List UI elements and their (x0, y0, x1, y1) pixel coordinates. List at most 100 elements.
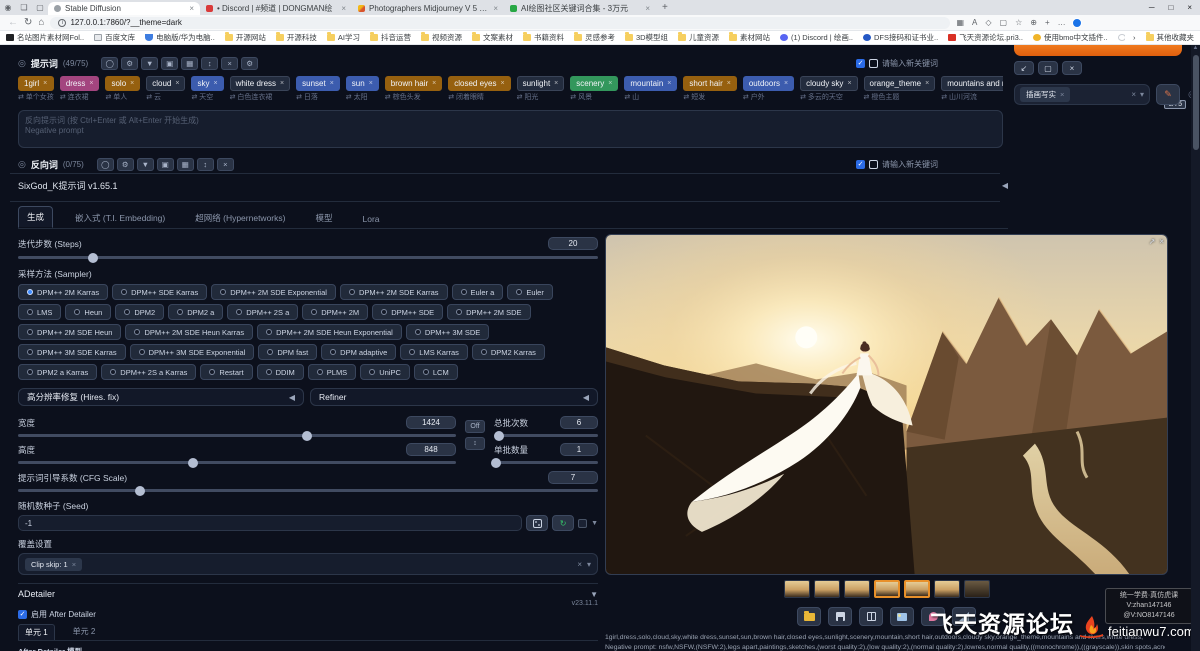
accordion-collapse-icon[interactable]: ◀ (289, 393, 295, 402)
prompt-tag[interactable]: dress× ⇄ 连衣裙 (60, 76, 100, 102)
sampler-option[interactable]: DPM2 a Karras (18, 364, 97, 380)
tag-remove-icon[interactable]: × (175, 80, 179, 87)
steps-slider[interactable] (18, 256, 598, 259)
apply-style-button[interactable]: ✎ (1156, 84, 1180, 105)
tag-remove-icon[interactable]: × (501, 80, 505, 87)
tag-remove-icon[interactable]: × (280, 80, 284, 87)
sampler-option[interactable]: DPM++ SDE Karras (112, 284, 207, 300)
url-field[interactable]: i 127.0.0.1:7860/?__theme=dark (50, 17, 950, 29)
gallery-thumbnail[interactable] (844, 580, 870, 598)
import-icon[interactable]: ▼ (137, 158, 154, 171)
chip-remove-icon[interactable]: × (72, 560, 76, 569)
sampler-option[interactable]: Restart (200, 364, 252, 380)
scroll-up-icon[interactable]: ▲ (1191, 45, 1200, 51)
tag-remove-icon[interactable]: × (554, 80, 558, 87)
browser-tab[interactable]: AI绘图社区关键词合集 - 3万元 × (504, 2, 656, 15)
sort-icon[interactable]: ↕ (197, 158, 214, 171)
bookmark-item[interactable]: 素材网站 (729, 32, 770, 43)
seed-expand-icon[interactable]: ▼ (591, 520, 598, 527)
adetailer-tab-2[interactable]: 单元 2 (67, 624, 102, 640)
sampler-option[interactable]: DPM fast (258, 344, 317, 360)
tag-remove-icon[interactable]: × (43, 80, 47, 87)
sampler-option[interactable]: DPM2 Karras (472, 344, 545, 360)
height-slider[interactable] (18, 461, 456, 464)
accordion-collapse-icon[interactable]: ◀ (1002, 181, 1008, 190)
refiner-accordion[interactable]: Refiner ◀ (310, 388, 598, 406)
prompt-tag[interactable]: scenery× ⇄ 风景 (570, 76, 618, 102)
bookmark-item[interactable]: 灵感参考 (574, 32, 615, 43)
new-tab-button[interactable]: + (662, 2, 668, 13)
bookmark-item[interactable]: 百度文库 (94, 32, 135, 43)
prompt-tag[interactable]: sky× ⇄ 天空 (191, 76, 223, 102)
tab-close-icon[interactable]: × (341, 4, 346, 13)
prompt-tag[interactable]: brown hair× ⇄ 棕色头发 (385, 76, 442, 102)
tag-remove-icon[interactable]: × (130, 80, 134, 87)
extra-seed-checkbox[interactable] (578, 519, 587, 528)
tag-remove-icon[interactable]: × (727, 80, 731, 87)
sampler-option[interactable]: DDIM (257, 364, 304, 380)
hires-off-button[interactable]: Off (465, 420, 485, 433)
browser-tab[interactable]: Stable Diffusion × (48, 2, 200, 15)
keyword-input[interactable] (869, 160, 878, 169)
swap-dimensions-button[interactable]: ↕ (465, 437, 485, 450)
split-screen-icon[interactable]: ▢ (1000, 18, 1008, 27)
import-icon[interactable]: ▼ (141, 57, 158, 70)
styles-dropdown[interactable]: 插画写实× × ▾ (1014, 84, 1150, 105)
sampler-option[interactable]: DPM2 (115, 304, 164, 320)
sampler-option[interactable]: DPM++ 2M SDE Exponential (211, 284, 336, 300)
prompt-tag[interactable]: sun× ⇄ 太阳 (346, 76, 379, 102)
sixgod-accordion[interactable]: SixGod_K提示词 v1.65.1 ◀ (18, 179, 1008, 192)
bookmarks-overflow-chevron[interactable]: › (1133, 33, 1136, 42)
history-icon[interactable]: ◯ (97, 158, 114, 171)
tag-remove-icon[interactable]: × (784, 80, 788, 87)
page-scrollbar[interactable]: ▲ (1191, 45, 1200, 651)
prompt-tag[interactable]: solo× ⇄ 单人 (105, 76, 140, 102)
batch-count-slider[interactable] (494, 434, 598, 437)
tag-remove-icon[interactable]: × (89, 80, 93, 87)
tab-item[interactable]: 超网络 (Hypernetworks) (187, 208, 293, 228)
negative-prompt-textarea[interactable] (18, 110, 1003, 148)
bookmark-item[interactable]: (1) Discord | 绘画.. (780, 32, 853, 43)
bookmark-item[interactable]: DFS接码和证书业.. (863, 32, 938, 43)
bookmark-item[interactable]: 电脑版/华为电脑.. (145, 32, 215, 43)
translate-checkbox[interactable]: ✓ (856, 160, 865, 169)
dictionary-icon[interactable]: ▦ (181, 57, 198, 70)
tab-close-icon[interactable]: × (493, 4, 498, 13)
bookmark-item[interactable]: 开源科技 (276, 32, 317, 43)
sampler-option[interactable]: DPM++ 3M SDE (406, 324, 489, 340)
gallery-thumbnail[interactable] (874, 580, 900, 598)
scrollbar-thumb[interactable] (1193, 55, 1199, 150)
sampler-option[interactable]: DPM++ 2M Karras (18, 284, 108, 300)
sampler-option[interactable]: Euler a (452, 284, 504, 300)
sampler-option[interactable]: Euler (507, 284, 553, 300)
collections-icon[interactable]: ⊕ (1030, 18, 1037, 27)
clear-icon[interactable]: × (1131, 90, 1136, 99)
adetailer-accordion[interactable]: ADetailer ▼ (18, 583, 598, 599)
prompt-tag[interactable]: white dress× ⇄ 白色连衣裙 (230, 76, 291, 102)
tab-item[interactable]: 模型 (307, 208, 340, 228)
sampler-option[interactable]: LCM (414, 364, 458, 380)
bookmark-item[interactable]: 文案素材 (472, 32, 513, 43)
tab-close-icon[interactable]: × (189, 4, 194, 13)
prompt-tag[interactable]: closed eyes× ⇄ 闭着眼睛 (448, 76, 510, 102)
tag-remove-icon[interactable]: × (432, 80, 436, 87)
tab-item[interactable]: Lora (354, 210, 387, 228)
sampler-option[interactable]: DPM++ 2M SDE Heun Karras (125, 324, 253, 340)
sampler-option[interactable]: Heun (65, 304, 111, 320)
accordion-expand-icon[interactable]: ▼ (590, 590, 598, 599)
sampler-option[interactable]: DPM++ 3M SDE Karras (18, 344, 126, 360)
translate-checkbox[interactable]: ✓ (856, 59, 865, 68)
gallery-thumbnail[interactable] (904, 580, 930, 598)
extension-ia-icon[interactable]: A (972, 18, 977, 27)
clear-icon[interactable]: × (221, 57, 238, 70)
profile-avatar[interactable] (1072, 18, 1082, 28)
generate-button[interactable] (1014, 45, 1182, 56)
other-favorites[interactable]: 其他收藏夹 (1146, 32, 1195, 43)
save-image-button[interactable] (828, 607, 852, 626)
sort-icon[interactable]: ↕ (201, 57, 218, 70)
batch-size-slider[interactable] (494, 461, 598, 464)
tag-remove-icon[interactable]: × (369, 80, 373, 87)
browser-tab[interactable]: Photographers Midjourney V 5 … × (352, 2, 504, 15)
override-settings-dropdown[interactable]: Clip skip: 1× ×▾ (18, 553, 598, 575)
collapse-circle-icon[interactable]: ◎ (18, 159, 26, 170)
